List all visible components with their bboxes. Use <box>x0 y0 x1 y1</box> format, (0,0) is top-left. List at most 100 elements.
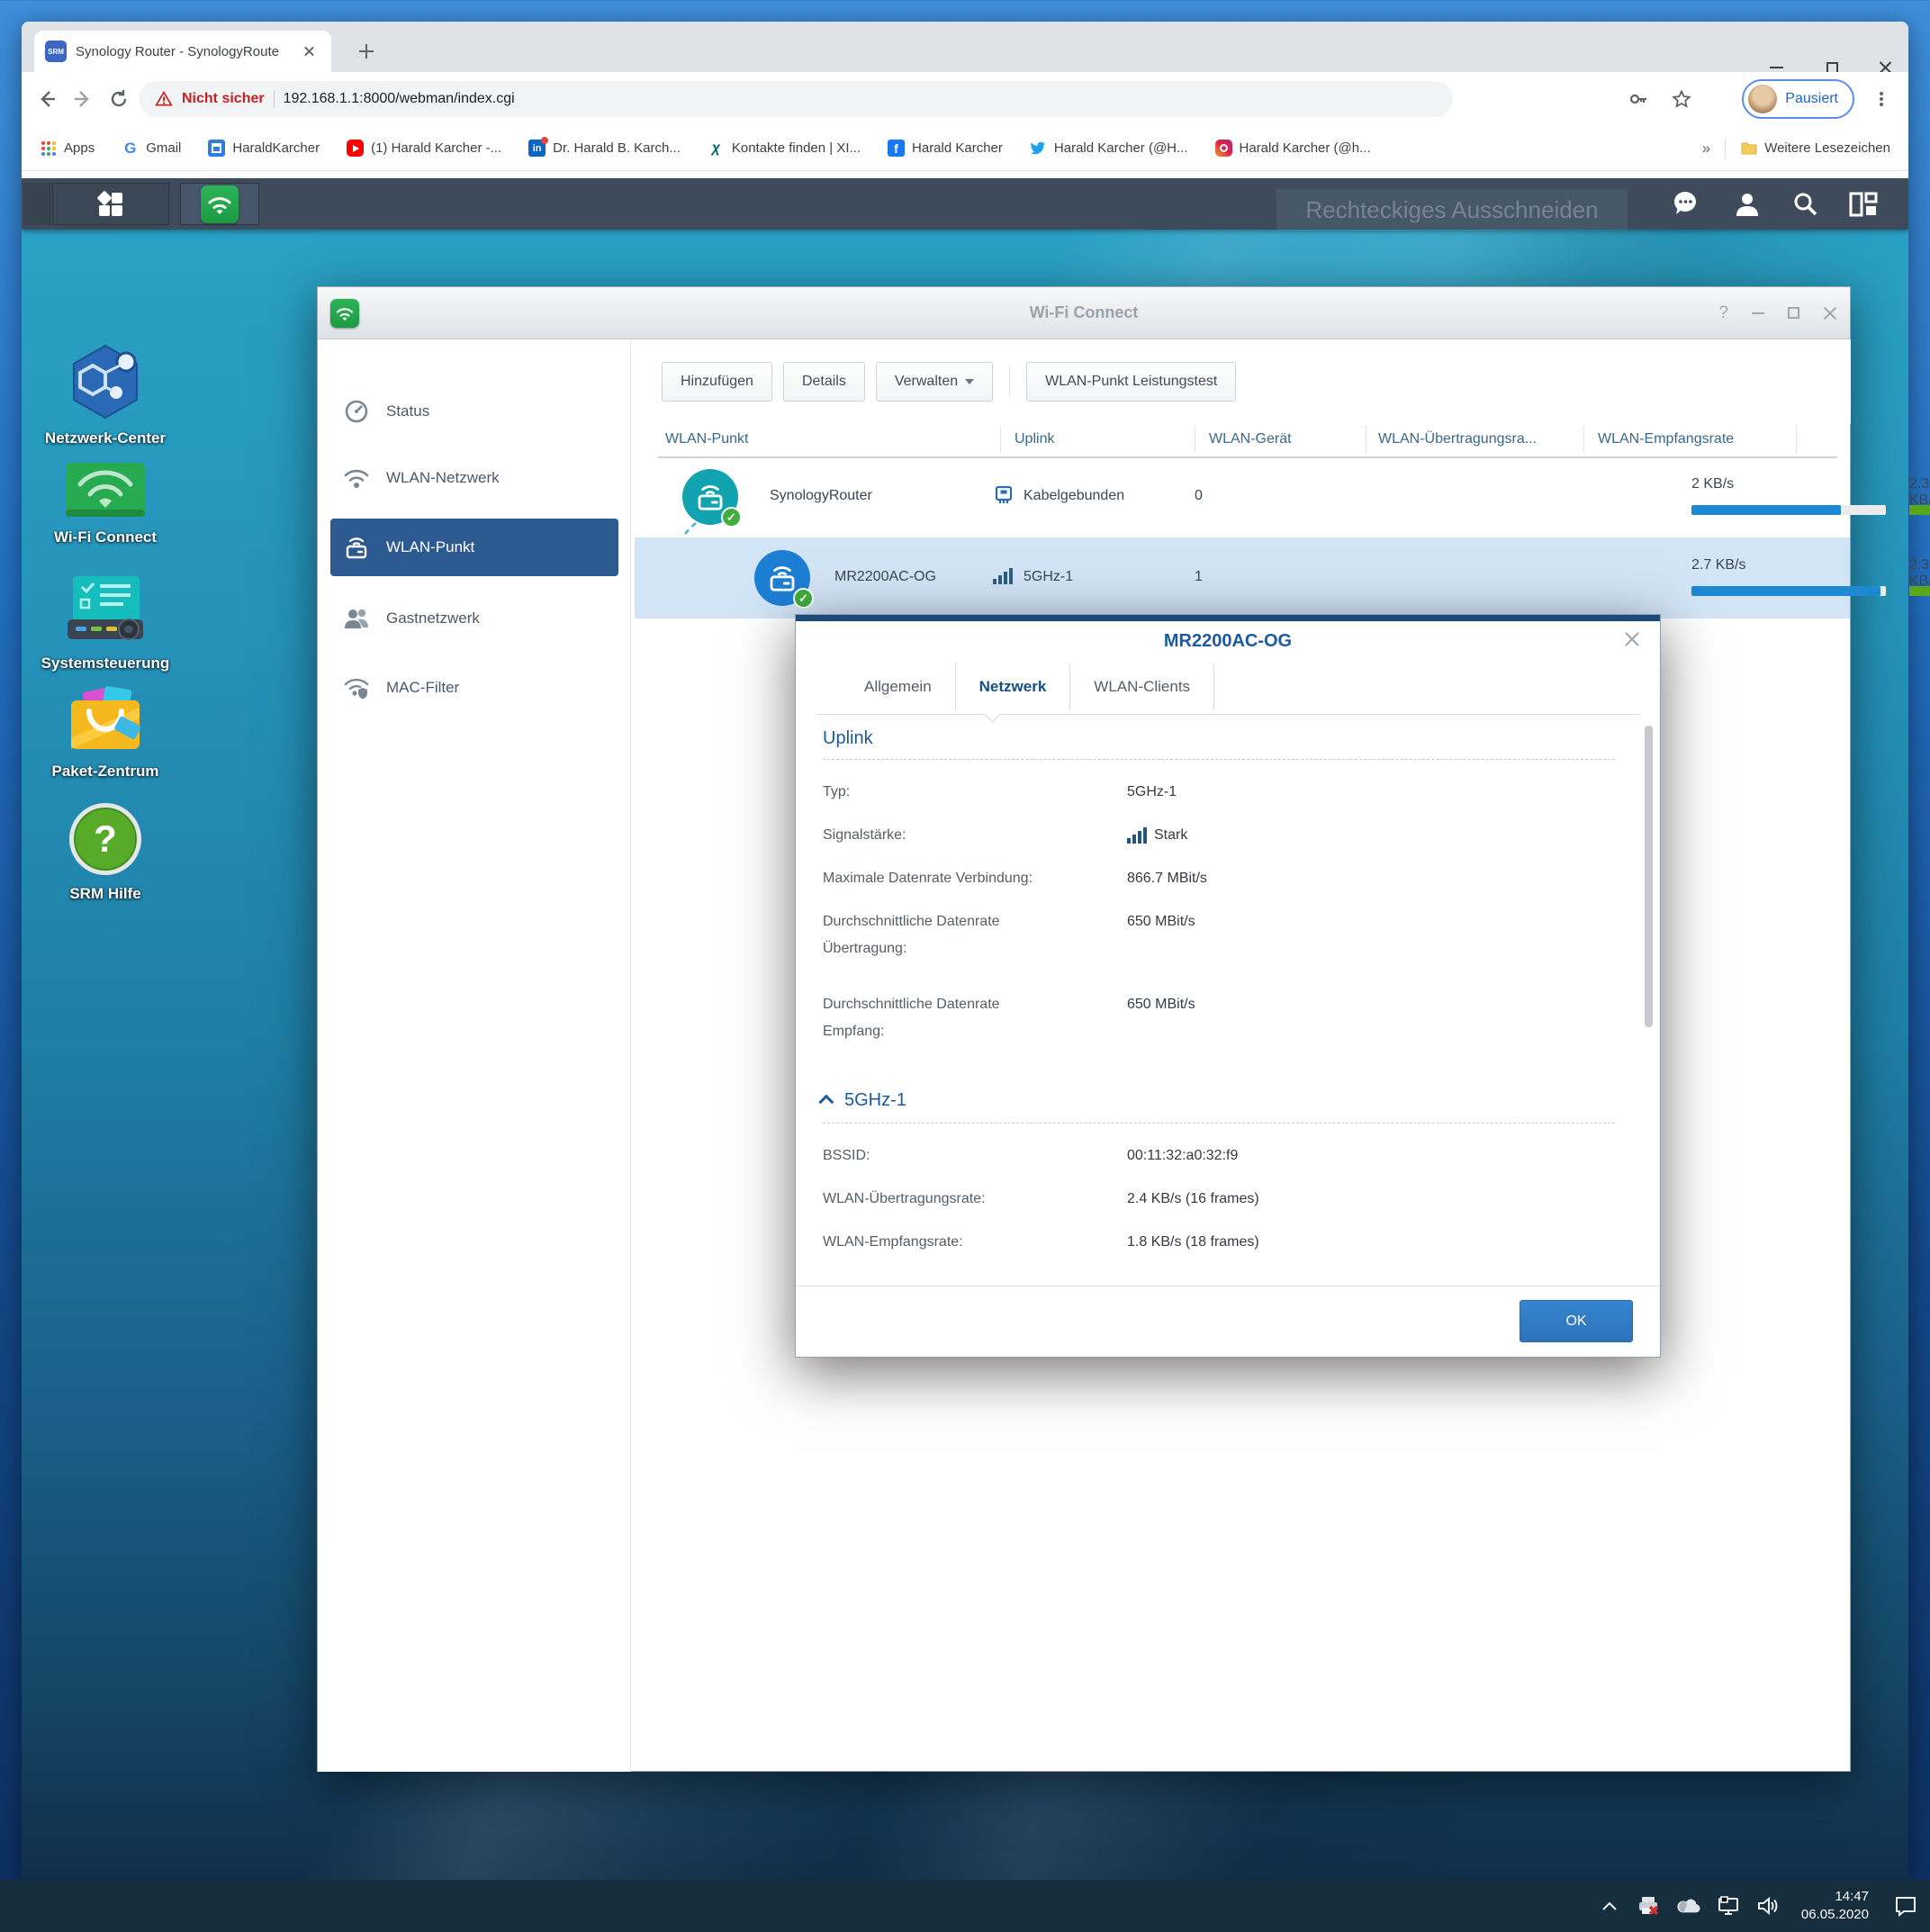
dialog-close-button[interactable] <box>1624 631 1640 647</box>
taskbar-clock[interactable]: 14:47 06.05.2020 <box>1801 1888 1869 1924</box>
tray-printer-button[interactable] <box>1637 1894 1661 1918</box>
tray-volume-button[interactable] <box>1756 1894 1780 1918</box>
new-tab-button[interactable] <box>353 38 380 65</box>
bookmark-label: Apps <box>64 140 95 156</box>
desktop-icon-systemsteuerung[interactable]: Systemsteuerung <box>29 574 182 673</box>
tray-network-button[interactable] <box>1717 1894 1740 1918</box>
ap-performance-test-button[interactable]: WLAN-Punkt Leistungstest <box>1026 362 1237 402</box>
reload-button[interactable] <box>101 81 137 117</box>
sidebar-item-label: Status <box>386 402 430 420</box>
sidebar-item-status[interactable]: Status <box>330 383 618 440</box>
wifi-icon <box>343 465 370 492</box>
snip-tooltip-ghost: Rechteckiges Ausschneiden <box>1276 189 1628 230</box>
desktop-icon-paket-zentrum[interactable]: Paket-Zentrum <box>29 686 182 781</box>
srm-topbar-edge-button[interactable] <box>23 183 50 225</box>
widgets-button[interactable] <box>1849 192 1878 217</box>
add-button[interactable]: Hinzufügen <box>662 362 772 402</box>
chevron-up-icon <box>818 1094 834 1110</box>
table-row-synologyrouter[interactable]: ✓ SynologyRouter Kabelgebunden 0 2 KB/s … <box>635 456 1930 537</box>
user-options-button[interactable] <box>1734 191 1761 218</box>
tab-netzwerk[interactable]: Netzwerk <box>956 669 1070 705</box>
dialog-scrollbar[interactable] <box>1645 726 1653 1639</box>
details-button[interactable]: Details <box>782 362 865 402</box>
netzwerk-center-icon <box>29 342 182 421</box>
bookmark-gmail[interactable]: G Gmail <box>122 140 181 157</box>
bookmarks-overflow-chevron[interactable]: » <box>1702 140 1710 158</box>
sidebar-item-wlan-punkt[interactable]: WLAN-Punkt <box>330 519 618 576</box>
back-button[interactable] <box>29 81 65 117</box>
forward-button[interactable] <box>65 81 101 117</box>
desktop-icon-wifi-connect[interactable]: Wi-Fi Connect <box>29 461 182 547</box>
windows-taskbar: 14:47 06.05.2020 <box>0 1880 1930 1932</box>
bookmark-youtube[interactable]: (1) Harald Karcher -... <box>347 140 501 157</box>
sidebar-item-mac-filter[interactable]: MAC-Filter <box>330 659 618 717</box>
column-header-wlan-punkt[interactable]: WLAN-Punkt <box>665 424 989 455</box>
bookmark-label: Kontakte finden | XI... <box>731 140 861 156</box>
tab-close-button[interactable] <box>301 42 319 60</box>
scrollbar-thumb[interactable] <box>1645 726 1653 1027</box>
security-label[interactable]: Nicht sicher <box>182 91 265 107</box>
column-header-uplink[interactable]: Uplink <box>1015 424 1195 455</box>
widgets-icon <box>1849 192 1878 216</box>
column-header-uebertragungsrate[interactable]: WLAN-Übertragungsra... <box>1378 424 1585 455</box>
window-help-button[interactable]: ? <box>1718 303 1728 323</box>
action-center-button[interactable] <box>1894 1894 1917 1918</box>
sidebar-item-wlan-netzwerk[interactable]: WLAN-Netzwerk <box>330 449 618 507</box>
status-ok-badge: ✓ <box>793 588 814 609</box>
table-row-mr2200ac[interactable]: ✓ MR2200AC-OG 5GHz-1 1 2.7 KB/s 2.3 KB/s <box>635 537 1930 618</box>
profile-button[interactable]: Pausiert <box>1742 79 1854 119</box>
password-key-button[interactable] <box>1620 81 1656 117</box>
manage-button[interactable]: Verwalten <box>875 362 994 402</box>
instagram-icon <box>1214 140 1232 157</box>
desktop-icon-netzwerk-center[interactable]: Netzwerk-Center <box>29 342 182 448</box>
notification-icon <box>1896 1897 1916 1917</box>
sidebar-item-gastnetzwerk[interactable]: Gastnetzwerk <box>330 590 618 647</box>
browser-tab[interactable]: SRM Synology Router - SynologyRoute <box>34 31 331 72</box>
svg-text:?: ? <box>94 817 117 860</box>
guests-icon <box>343 605 370 632</box>
other-bookmarks-button[interactable]: Weitere Lesezeichen <box>1740 140 1890 157</box>
desktop-icon-label: Systemsteuerung <box>41 655 170 672</box>
detail-value: 650 MBit/s <box>1127 997 1195 1012</box>
bookmark-apps[interactable]: Apps <box>40 140 95 157</box>
bookmark-twitter[interactable]: Harald Karcher (@H... <box>1030 140 1188 157</box>
wifi-connect-taskbar-button[interactable] <box>180 183 259 225</box>
window-maximize-button[interactable] <box>1788 307 1799 319</box>
detail-label: WLAN-Übertragungsrate: <box>823 1191 986 1206</box>
band-section-heading[interactable]: 5GHz-1 <box>818 1090 906 1111</box>
tray-expand-button[interactable] <box>1598 1894 1621 1918</box>
window-titlebar[interactable]: Wi-Fi Connect ? <box>318 287 1850 339</box>
bookmark-label: (1) Harald Karcher -... <box>371 140 502 156</box>
column-header-empfangsrate[interactable]: WLAN-Empfangsrate <box>1598 424 1805 455</box>
bookmark-haraldkarcher[interactable]: HaraldKarcher <box>208 140 320 157</box>
bookmark-linkedin[interactable]: in Dr. Harald B. Karch... <box>528 137 681 157</box>
window-app-icon <box>330 298 359 328</box>
column-header-wlan-geraet[interactable]: WLAN-Gerät <box>1209 424 1362 455</box>
url-text[interactable]: 192.168.1.1:8000/webman/index.cgi <box>284 91 515 107</box>
google-g-icon: G <box>124 139 137 157</box>
ok-button[interactable]: OK <box>1520 1300 1633 1342</box>
menu-kebab-button[interactable] <box>1863 81 1899 117</box>
wifi-shield-icon <box>343 674 370 701</box>
bookmark-xing[interactable]: χ Kontakte finden | XI... <box>708 140 861 157</box>
tab-allgemein[interactable]: Allgemein <box>841 669 955 705</box>
tray-onedrive-button[interactable] <box>1677 1894 1700 1918</box>
search-button[interactable] <box>1791 191 1818 218</box>
address-bar[interactable]: Nicht sicher 192.168.1.1:8000/webman/ind… <box>139 81 1453 117</box>
signal-bars-icon <box>993 568 1013 589</box>
section-divider <box>823 759 1615 760</box>
window-minimize-button[interactable] <box>1752 311 1764 314</box>
signal-strength-icon <box>1127 827 1147 844</box>
srm-hilfe-icon: ? <box>29 801 182 877</box>
bookmark-star-button[interactable] <box>1664 81 1700 117</box>
main-menu-button[interactable] <box>52 183 169 225</box>
desktop-icon-srm-hilfe[interactable]: ? SRM Hilfe <box>29 801 182 904</box>
bookmark-instagram[interactable]: Harald Karcher (@h... <box>1214 140 1371 157</box>
window-close-button[interactable] <box>1823 306 1837 320</box>
section-divider <box>823 1123 1615 1124</box>
wifi-connect-icon <box>29 461 182 520</box>
tab-wlan-clients[interactable]: WLAN-Clients <box>1070 669 1213 705</box>
bookmark-facebook[interactable]: f Harald Karcher <box>888 140 1003 157</box>
warning-icon <box>155 90 173 106</box>
notifications-button[interactable] <box>1673 191 1703 218</box>
